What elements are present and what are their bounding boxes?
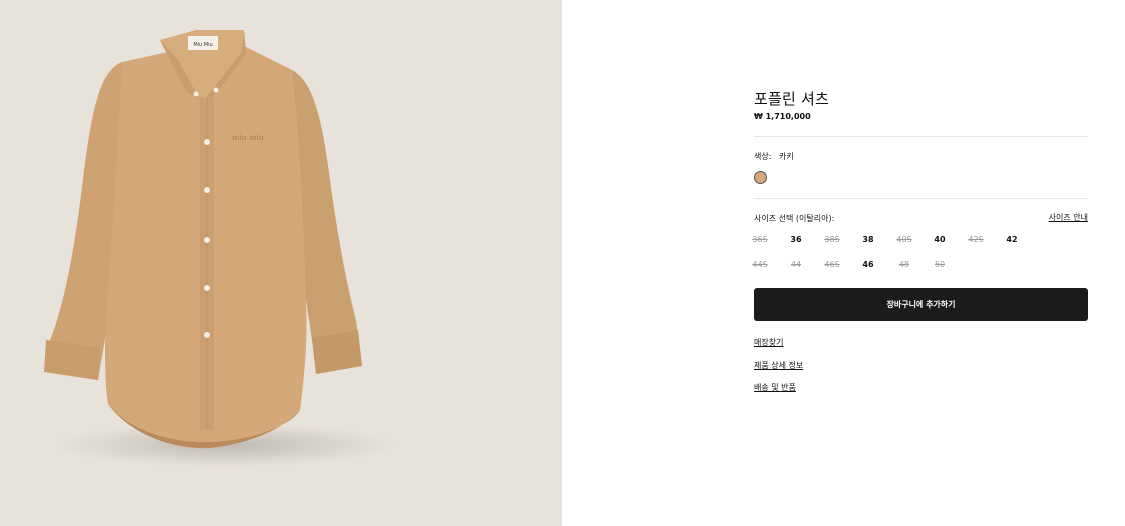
shipping-returns-link[interactable]: 배송 및 반품 xyxy=(754,382,796,393)
size-option[interactable]: 44 xyxy=(784,255,808,275)
size-option[interactable]: 42S xyxy=(964,230,988,250)
divider xyxy=(754,198,1088,199)
add-to-cart-button[interactable]: 장바구니에 추가하기 xyxy=(754,288,1088,321)
product-image-panel: Miu Miu miu miu xyxy=(0,0,562,526)
size-option[interactable]: 48 xyxy=(892,255,916,275)
size-option[interactable]: 38 xyxy=(856,230,880,250)
shirt-label-text: Miu Miu xyxy=(193,42,212,48)
size-option[interactable]: 36S xyxy=(748,230,772,250)
size-option[interactable]: 42 xyxy=(1000,230,1024,250)
size-option[interactable]: 40 xyxy=(928,230,952,250)
size-option[interactable]: 46 xyxy=(856,255,880,275)
size-guide-link[interactable]: 사이즈 안내 xyxy=(1049,212,1088,223)
shirt-embroidery-text: miu miu xyxy=(232,134,264,142)
size-option[interactable]: 46S xyxy=(820,255,844,275)
color-swatch-khaki[interactable] xyxy=(754,171,767,184)
product-price: ₩ 1,710,000 xyxy=(754,112,811,121)
find-store-link[interactable]: 매장찾기 xyxy=(754,337,783,348)
size-option[interactable]: 40S xyxy=(892,230,916,250)
color-selection: 색상: 카키 xyxy=(754,151,794,162)
divider xyxy=(754,136,1088,137)
product-details-link[interactable]: 제품 상세 정보 xyxy=(754,360,803,371)
product-image: Miu Miu miu miu xyxy=(44,30,395,467)
product-title: 포플린 셔츠 xyxy=(754,90,829,108)
size-label: 사이즈 선택 (이탈리아): xyxy=(754,214,835,223)
size-option[interactable]: 44S xyxy=(748,255,772,275)
color-value: 카키 xyxy=(778,152,794,161)
size-option[interactable]: 38S xyxy=(820,230,844,250)
color-label: 색상: xyxy=(754,152,772,161)
size-option[interactable]: 50 xyxy=(928,255,952,275)
size-option[interactable]: 36 xyxy=(784,230,808,250)
